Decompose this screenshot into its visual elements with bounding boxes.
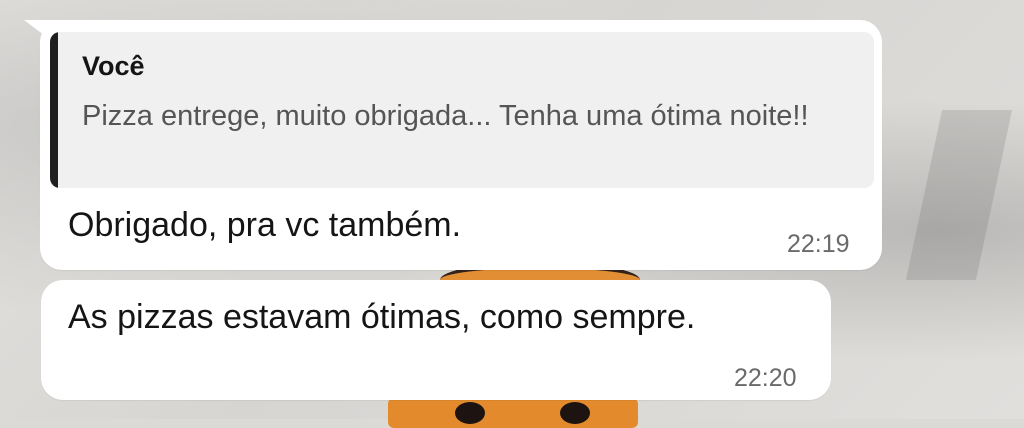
quoted-text: Pizza entrege, muito obrigada... Tenha u… (82, 100, 809, 132)
quoted-message[interactable]: Você Pizza entrege, muito obrigada... Te… (50, 32, 874, 188)
quoted-author: Você (82, 51, 145, 81)
wallpaper-dot (560, 402, 590, 424)
quote-indicator-bar (50, 32, 58, 188)
wallpaper-dot (455, 402, 485, 424)
message-text: Obrigado, pra vc também. (68, 206, 462, 244)
message-time: 22:19 (787, 230, 850, 258)
message-time: 22:20 (734, 364, 797, 392)
message-text: As pizzas estavam ótimas, como sempre. (68, 298, 696, 336)
wallpaper-doodle (388, 398, 638, 428)
